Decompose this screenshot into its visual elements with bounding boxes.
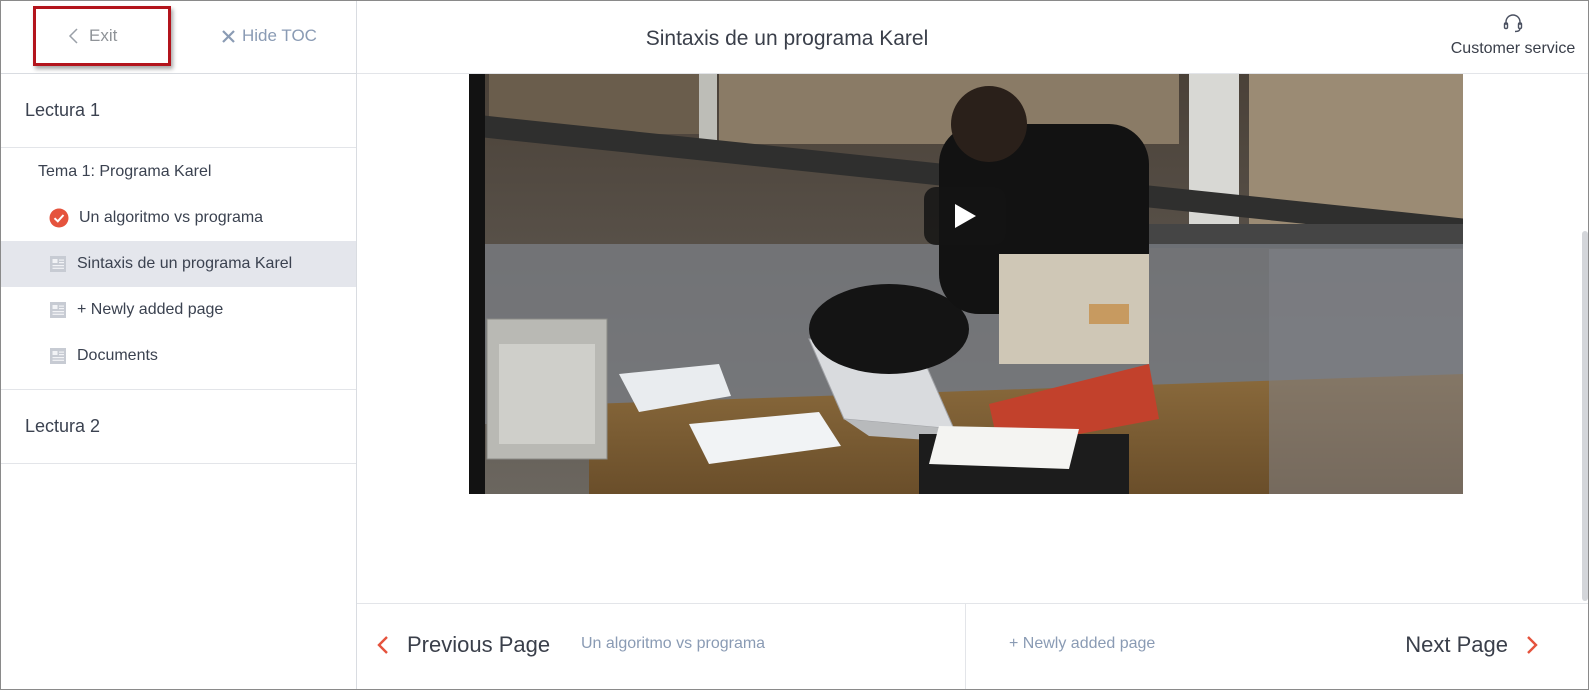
toc-item-sintaxis[interactable]: Sintaxis de un programa Karel [1,241,356,287]
video-frame-image [469,74,1463,494]
check-circle-icon [49,208,69,228]
toc-list: Tema 1: Programa Karel Un algoritmo vs p… [1,149,356,390]
app-window: Exit Hide TOC Lectura 1 Tema 1: Programa… [0,0,1589,690]
chevron-left-icon [68,28,78,44]
exit-button[interactable]: Exit [33,6,171,66]
chapter-title: Lectura 1 [25,100,101,120]
toc-item-label: Sintaxis de un programa Karel [77,255,293,272]
chapter-lectura-2[interactable]: Lectura 2 [1,390,356,464]
chevron-right-icon [1527,636,1538,654]
next-page-label: Next Page [1405,632,1508,657]
page-icon [50,302,66,318]
page-icon [50,256,66,272]
content-header: Sintaxis de un programa Karel Customer s… [357,1,1588,74]
toc-item-documents[interactable]: Documents [1,333,356,379]
toc-sidebar: Exit Hide TOC Lectura 1 Tema 1: Programa… [1,1,357,689]
play-icon [955,204,976,228]
headset-icon [1503,14,1523,33]
close-icon [222,29,235,43]
page-title: Sintaxis de un programa Karel [645,27,929,50]
page-navigation: Previous Page Un algoritmo vs programa +… [357,603,1588,689]
chapter-title: Lectura 2 [25,416,101,436]
exit-label: Exit [89,26,118,45]
toc-item-newly-added-page[interactable]: + Newly added page [1,287,356,333]
nav-divider [965,604,966,689]
next-page-button[interactable]: Next Page [1405,632,1538,658]
previous-page-label: Previous Page [407,632,551,657]
toc-item-label: Documents [77,347,158,364]
chapter-lectura-1[interactable]: Lectura 1 [1,74,356,148]
page-icon [50,348,66,364]
previous-page-title-link[interactable]: Un algoritmo vs programa [581,635,765,653]
toc-item-un-algoritmo[interactable]: Un algoritmo vs programa [1,195,356,241]
previous-page-button[interactable]: Previous Page [377,632,550,658]
customer-service-button[interactable]: Customer service [1448,12,1578,58]
customer-service-label: Customer service [1450,40,1576,57]
play-button[interactable] [924,187,1006,245]
next-page-title-link[interactable]: + Newly added page [1009,635,1155,653]
topic-heading: Tema 1: Programa Karel [1,149,356,195]
toc-item-label: Un algoritmo vs programa [79,209,264,226]
toc-item-label: + Newly added page [77,301,224,318]
topic-title: Tema 1: Programa Karel [38,163,212,180]
hide-toc-label: Hide TOC [242,26,317,45]
chevron-left-icon [377,636,388,654]
hide-toc-button[interactable]: Hide TOC [221,26,317,46]
vertical-scrollbar[interactable] [1582,231,1588,601]
sidebar-toolbar: Exit Hide TOC [1,1,356,74]
video-player[interactable] [469,74,1463,494]
